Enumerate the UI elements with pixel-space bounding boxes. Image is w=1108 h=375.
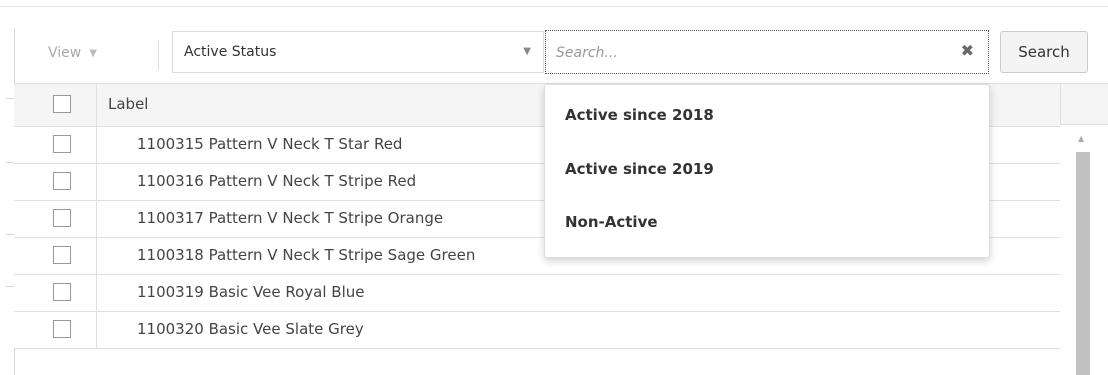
row-checkbox[interactable] bbox=[53, 246, 71, 264]
left-pane-tick bbox=[6, 286, 14, 287]
row-label: 1100316 Pattern V Neck T Stripe Red bbox=[137, 172, 417, 190]
vertical-scrollbar[interactable]: ▲ bbox=[1075, 128, 1091, 375]
column-divider bbox=[96, 312, 97, 348]
left-pane-tick bbox=[6, 234, 14, 235]
column-divider bbox=[96, 164, 97, 200]
select-all-checkbox[interactable] bbox=[53, 95, 71, 113]
caret-down-icon: ▼ bbox=[523, 46, 531, 57]
table-row[interactable]: 1100320 Basic Vee Slate Grey bbox=[14, 312, 1060, 349]
table-row[interactable]: 1100319 Basic Vee Royal Blue bbox=[14, 275, 1060, 312]
row-label: 1100318 Pattern V Neck T Stripe Sage Gre… bbox=[137, 246, 476, 264]
caret-down-icon: ▼ bbox=[89, 47, 97, 59]
clear-x-icon[interactable]: ✖ bbox=[961, 41, 974, 60]
label-column-header[interactable]: Label bbox=[108, 95, 148, 113]
row-label: 1100319 Basic Vee Royal Blue bbox=[137, 283, 365, 301]
column-divider bbox=[96, 201, 97, 237]
row-label: 1100315 Pattern V Neck T Star Red bbox=[137, 135, 403, 153]
row-checkbox[interactable] bbox=[53, 320, 71, 338]
search-suggestions-dropdown: Active since 2018 Active since 2019 Non-… bbox=[544, 84, 990, 258]
view-menu-label: View bbox=[48, 45, 82, 61]
left-pane-edge bbox=[0, 28, 15, 375]
search-button[interactable]: Search bbox=[1000, 31, 1088, 73]
row-checkbox[interactable] bbox=[53, 209, 71, 227]
row-checkbox[interactable] bbox=[53, 283, 71, 301]
scrollbar-thumb[interactable] bbox=[1076, 152, 1090, 375]
view-menu-button[interactable]: View ▼ bbox=[48, 45, 97, 61]
row-label: 1100320 Basic Vee Slate Grey bbox=[137, 320, 364, 338]
row-label: 1100317 Pattern V Neck T Stripe Orange bbox=[137, 209, 444, 227]
dropdown-option[interactable]: Non-Active bbox=[565, 213, 658, 231]
toolbar-separator bbox=[158, 40, 159, 70]
dropdown-option[interactable]: Active since 2018 bbox=[565, 106, 714, 124]
row-checkbox[interactable] bbox=[53, 172, 71, 190]
table-header-filler bbox=[1060, 83, 1108, 125]
left-pane-tick bbox=[6, 162, 14, 163]
search-field[interactable]: ✖ bbox=[545, 30, 989, 74]
status-filter-select[interactable]: Active Status ▼ bbox=[172, 31, 544, 73]
toolbar: View ▼ Active Status ▼ ✖ Search bbox=[14, 28, 1108, 83]
top-divider bbox=[0, 6, 1108, 7]
dropdown-option[interactable]: Active since 2019 bbox=[565, 160, 714, 178]
row-checkbox[interactable] bbox=[53, 135, 71, 153]
status-filter-value: Active Status bbox=[184, 44, 277, 60]
left-pane-tick bbox=[6, 98, 14, 99]
column-divider bbox=[96, 238, 97, 274]
search-input[interactable] bbox=[554, 41, 958, 65]
column-divider bbox=[96, 84, 97, 126]
scroll-up-arrow-icon[interactable]: ▲ bbox=[1078, 134, 1084, 143]
column-divider bbox=[96, 127, 97, 163]
column-divider bbox=[96, 275, 97, 311]
